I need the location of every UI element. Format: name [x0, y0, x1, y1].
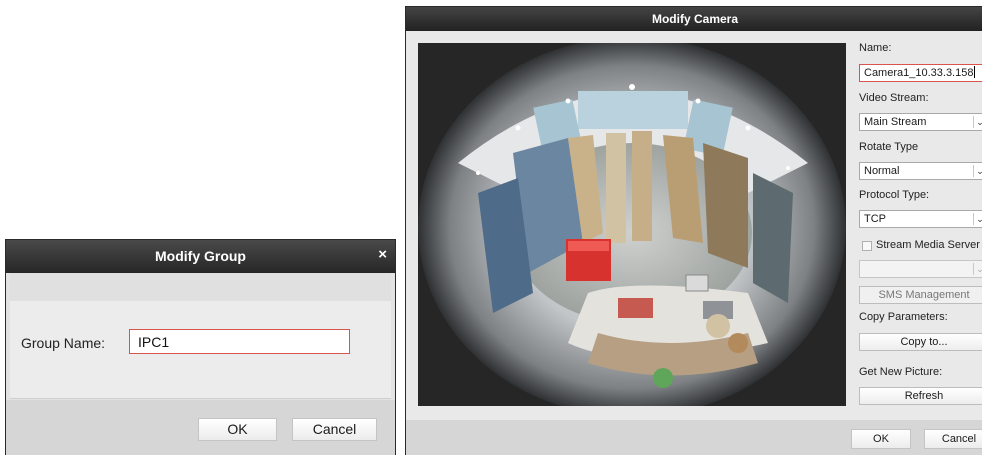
close-icon[interactable]: ×	[378, 247, 387, 262]
video-stream-value: Main Stream	[864, 116, 927, 128]
protocol-type-label: Protocol Type:	[859, 189, 930, 201]
get-new-picture-label: Get New Picture:	[859, 366, 943, 378]
video-stream-label: Video Stream:	[859, 92, 929, 104]
camera-name-field[interactable]: Camera1_10.33.3.158	[859, 64, 982, 82]
group-dialog-title: Modify Group	[155, 248, 246, 264]
rotate-type-select[interactable]: Normal	[859, 162, 982, 180]
modify-group-dialog: Modify Group × Group Name: OK Cancel	[5, 239, 396, 455]
protocol-type-select[interactable]: TCP	[859, 210, 982, 228]
stream-media-server-select[interactable]	[859, 260, 982, 278]
chevron-down-icon[interactable]: ⌄	[973, 211, 982, 227]
text-caret	[974, 66, 976, 78]
group-dialog-footer: OK Cancel	[6, 400, 395, 455]
video-stream-select[interactable]: Main Stream	[859, 113, 982, 131]
group-name-input[interactable]	[129, 329, 350, 354]
camera-ok-button[interactable]: OK	[851, 429, 911, 449]
camera-dialog-footer: OK Cancel	[406, 420, 982, 455]
group-dialog-header-band	[10, 273, 391, 301]
camera-dialog-titlebar[interactable]: Modify Camera	[406, 7, 982, 31]
rotate-type-value: Normal	[864, 165, 900, 177]
copy-to-button[interactable]: Copy to...	[859, 333, 982, 351]
chevron-down-icon[interactable]: ⌄	[973, 114, 982, 130]
group-cancel-button[interactable]: Cancel	[292, 418, 377, 441]
name-label: Name:	[859, 42, 892, 54]
copy-parameters-label: Copy Parameters:	[859, 311, 948, 323]
group-dialog-titlebar[interactable]: Modify Group ×	[6, 240, 395, 273]
camera-preview	[418, 43, 846, 406]
group-name-label: Group Name:	[21, 335, 106, 351]
camera-dialog-title: Modify Camera	[651, 12, 739, 26]
camera-cancel-button[interactable]: Cancel	[924, 429, 982, 449]
protocol-type-value: TCP	[864, 213, 886, 225]
chevron-down-icon[interactable]: ⌄	[973, 163, 982, 179]
group-dialog-body: Group Name:	[10, 273, 391, 399]
rotate-type-label: Rotate Type	[859, 141, 919, 153]
group-ok-button[interactable]: OK	[198, 418, 277, 441]
stream-media-server-label: Stream Media Server	[876, 239, 980, 251]
chevron-down-icon[interactable]: ⌄	[973, 261, 982, 277]
camera-name-value: Camera1_10.33.3.158	[864, 67, 974, 79]
fisheye-store-image	[418, 43, 846, 406]
stream-media-server-checkbox[interactable]	[862, 241, 872, 251]
refresh-button[interactable]: Refresh	[859, 387, 982, 405]
modify-camera-dialog: Modify Camera Name: Camera1_10.33.3.158 …	[405, 6, 982, 455]
sms-management-button[interactable]: SMS Management	[859, 286, 982, 304]
camera-dialog-body: Name: Camera1_10.33.3.158 Video Stream: …	[406, 31, 982, 420]
